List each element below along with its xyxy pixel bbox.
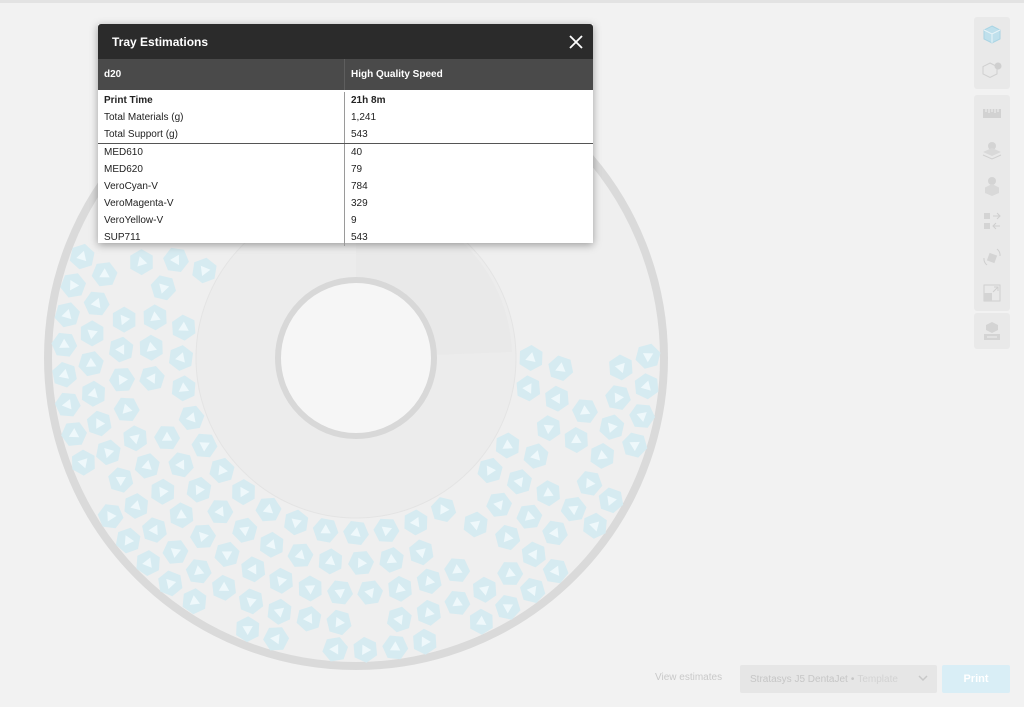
table-row: Total Materials (g) 1,241	[98, 109, 593, 126]
row-value: 543	[351, 232, 368, 243]
row-value: 784	[351, 181, 368, 192]
ruler-icon[interactable]	[974, 95, 1010, 131]
row-label: SUP711	[98, 229, 345, 246]
dialog-title: Tray Estimations	[112, 35, 209, 49]
printer-select[interactable]: Stratasys J5 DentaJet • Template	[740, 665, 937, 693]
table-row: VeroMagenta-V 329	[98, 195, 593, 212]
row-label: Print Time	[98, 92, 345, 109]
row-label: Total Materials (g)	[98, 109, 345, 126]
cube-icon[interactable]	[974, 17, 1010, 53]
printer-template: Template	[857, 673, 898, 685]
chevron-down-icon	[918, 675, 928, 682]
printer-separator: •	[850, 673, 855, 685]
row-value: 21h 8m	[351, 95, 386, 106]
row-label: Total Support (g)	[98, 126, 345, 143]
row-value: 1,241	[351, 112, 377, 123]
view-toolbar	[974, 17, 1010, 89]
table-row: SUP711 543	[98, 229, 593, 246]
column-header-tray: d20	[98, 59, 345, 90]
row-value: 543	[351, 129, 368, 140]
table-row: VeroYellow-V 9	[98, 212, 593, 229]
layer-settings-icon[interactable]	[974, 131, 1010, 167]
row-label: VeroYellow-V	[98, 212, 345, 229]
gear-cube-icon[interactable]	[974, 167, 1010, 203]
row-label: MED620	[98, 161, 345, 178]
table-row: Print Time 21h 8m	[98, 92, 593, 109]
printer-name: Stratasys J5 DentaJet	[750, 673, 848, 685]
row-label: VeroMagenta-V	[98, 195, 345, 212]
row-value: 9	[351, 215, 357, 226]
table-row: MED610 40	[98, 144, 593, 161]
close-icon[interactable]	[567, 33, 585, 51]
summary-rows: Print Time 21h 8m Total Materials (g) 1,241…	[98, 92, 593, 143]
print-button[interactable]: Print	[942, 665, 1010, 693]
estimation-table-body: Print Time 21h 8m Total Materials (g) 1,241…	[98, 90, 593, 246]
row-value: 79	[351, 164, 363, 175]
material-rows: MED610 40 MED620 79 VeroCyan-V 784 VeroMagenta…	[98, 144, 593, 246]
tools-toolbar	[974, 95, 1010, 311]
row-label: MED610	[98, 144, 345, 161]
cube-keyboard-icon[interactable]	[974, 313, 1010, 349]
estimation-table-header: d20 High Quality Speed	[98, 59, 593, 90]
table-row: MED620 79	[98, 161, 593, 178]
arrange-icon[interactable]	[974, 203, 1010, 239]
row-value: 329	[351, 198, 368, 209]
tray-estimations-dialog: Tray Estimations d20 High Quality Speed …	[98, 24, 593, 246]
table-row: VeroCyan-V 784	[98, 178, 593, 195]
table-row: Total Support (g) 543	[98, 126, 593, 143]
scale-icon[interactable]	[974, 275, 1010, 311]
column-header-mode: High Quality Speed	[351, 69, 443, 80]
tray-toolbar	[974, 313, 1010, 349]
tray-center-hole	[275, 277, 437, 439]
rotate-icon[interactable]	[974, 239, 1010, 275]
row-label: VeroCyan-V	[98, 178, 345, 195]
row-value: 40	[351, 147, 363, 158]
view-estimates-link[interactable]: View estimates	[655, 672, 722, 683]
cube-check-icon[interactable]	[974, 53, 1010, 89]
dialog-header: Tray Estimations	[98, 24, 593, 59]
